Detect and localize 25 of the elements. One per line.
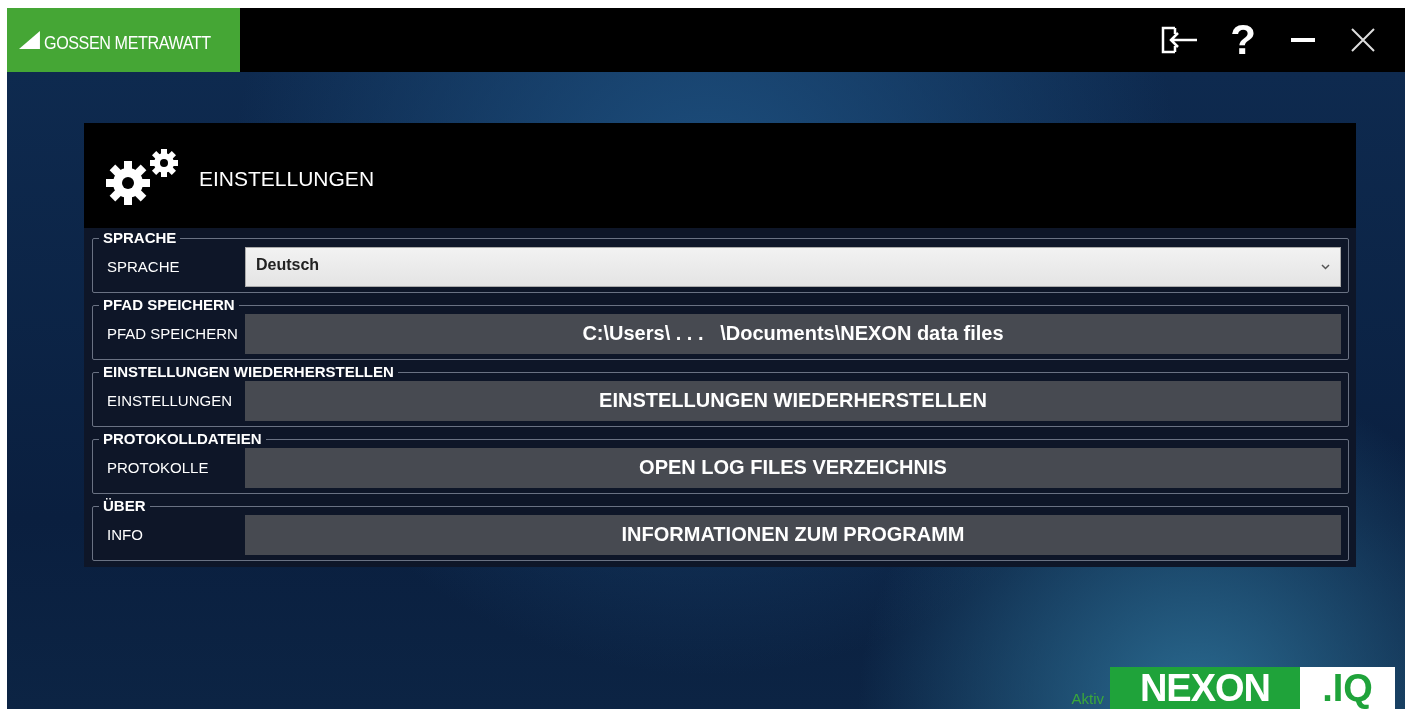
language-dropdown[interactable]: Deutsch	[245, 246, 1341, 287]
group-legend: PFAD SPEICHERN	[99, 297, 239, 313]
group-legend: SPRACHE	[99, 230, 181, 246]
product-logo-name: NEXON	[1110, 667, 1300, 709]
group-legend: ÜBER	[99, 498, 150, 514]
row-label: SPRACHE	[107, 258, 181, 275]
action-button[interactable]: INFORMATIONEN ZUM PROGRAMM	[245, 514, 1341, 555]
panel-title: EINSTELLUNGEN	[199, 166, 375, 191]
action-button[interactable]: EINSTELLUNGEN WIEDERHERSTELLEN	[245, 380, 1341, 421]
chevron-down-icon	[1321, 263, 1330, 270]
help-button[interactable]: ?	[1223, 16, 1263, 64]
status-text: Aktiv	[1071, 690, 1104, 707]
product-logo-suffix: .IQ	[1300, 667, 1395, 709]
group-legend: PROTOKOLLDATEIEN	[99, 431, 266, 447]
close-icon	[1351, 28, 1375, 52]
minimize-icon	[1291, 38, 1315, 42]
row-label: INFO	[107, 526, 144, 543]
row-label: EINSTELLUNGEN	[107, 392, 234, 409]
brand-name: GOSSEN METRAWATT	[43, 32, 211, 54]
row-label: PFAD SPEICHERN	[107, 325, 239, 342]
row-label: PROTOKOLLE	[107, 459, 210, 476]
group-legend: EINSTELLUNGEN WIEDERHERSTELLEN	[99, 364, 398, 380]
action-button[interactable]: OPEN LOG FILES VERZEICHNIS	[245, 447, 1341, 488]
logout-icon	[1161, 26, 1199, 54]
action-button[interactable]: C:\Users\ . . . \Documents\NEXON data files	[245, 313, 1341, 354]
